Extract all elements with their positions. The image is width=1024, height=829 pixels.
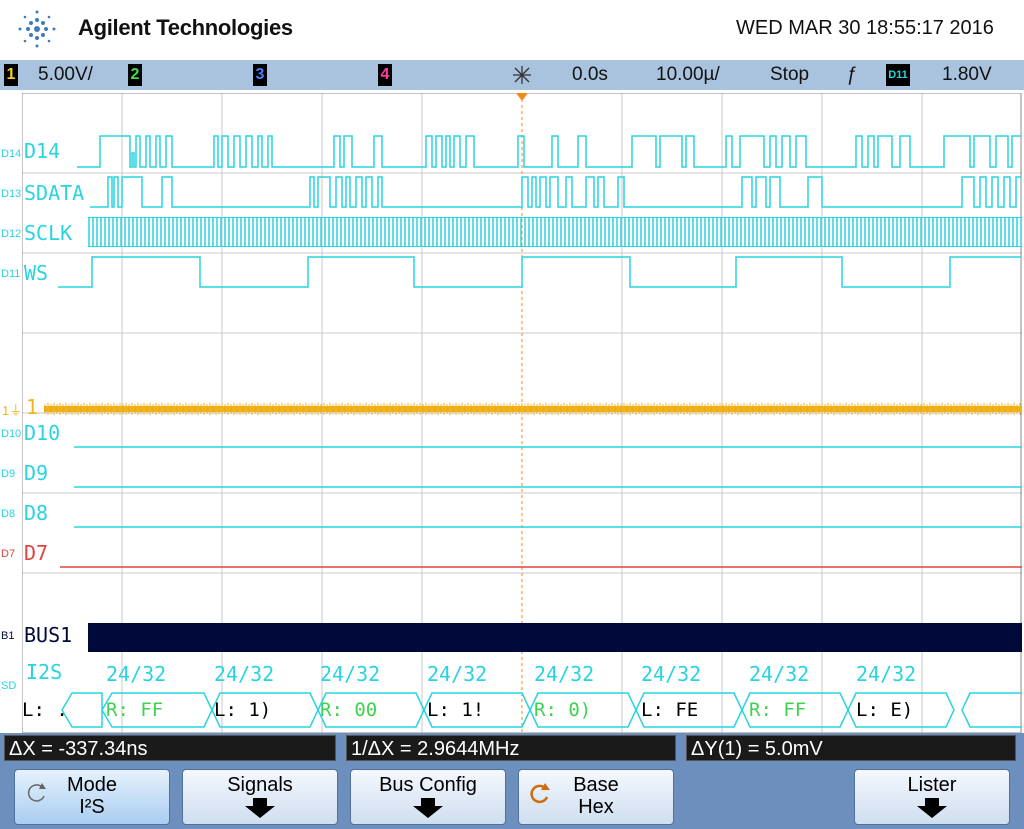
trigger-source-badge[interactable]: D11 [886,64,910,86]
trigger-slope-icon: ƒ [846,64,857,85]
lister-softkey[interactable]: Lister [854,769,1010,825]
submenu-arrow-icon [413,798,443,818]
lister-label: Lister [907,774,957,796]
sdata-waveform [90,176,1021,208]
timebase-value: 10.00µ/ [656,64,720,85]
delay-value: 0.0s [572,64,608,85]
delta-x-readout: ΔX = -337.34ns [4,735,336,761]
d12-tag: D12 [1,228,22,240]
channel-1-scale: 5.00V/ [38,64,93,85]
i2s-protocol-label: I2S [26,660,63,684]
bus1-waveform [88,623,1022,652]
d14-tag: D14 [1,148,22,160]
softkey-bar: Mode I²S Signals Bus Config Base Hex Lis… [0,762,1024,829]
decode-packet: R: 0) [534,699,592,721]
trigger-position-marker [516,93,528,101]
ws-waveform [58,256,1021,288]
sclk-waveform [88,217,1022,247]
b1-tag: B1 [1,630,15,642]
mode-softkey[interactable]: Mode I²S [14,769,170,825]
bus-config-softkey[interactable]: Bus Config [350,769,506,825]
d11-tag: D11 [1,268,21,280]
datetime: WED MAR 30 18:55:17 2016 [736,17,994,39]
signals-softkey[interactable]: Signals [182,769,338,825]
delay-icon [513,66,531,84]
d14-label: D14 [24,139,61,163]
brand-name: Agilent Technologies [78,15,293,40]
d10-tag: D10 [1,428,22,440]
header: Agilent Technologies WED MAR 30 18:55:17… [0,0,1024,60]
mode-value: I²S [79,796,105,818]
channel-1-badge[interactable]: 1 [4,64,18,86]
run-state: Stop [770,64,810,85]
trigger-level: 1.80V [942,64,992,85]
decode-size-2: 24/32 [214,662,275,686]
base-value: Hex [578,796,614,818]
channel-2-badge[interactable]: 2 [128,64,142,86]
ws-label: WS [24,261,49,285]
d8-label: D8 [24,501,49,525]
decode-size-4: 24/32 [427,662,488,686]
decode-packet: L: E) [856,699,914,721]
decode-size-5: 24/32 [534,662,595,686]
base-softkey[interactable]: Base Hex [518,769,674,825]
sdata-label: SDATA [24,181,85,205]
d9-label: D9 [24,461,49,485]
channel-1-label: 1 [26,395,39,419]
d9-tag: D9 [1,468,16,480]
channel-1-waveform [44,403,1022,415]
decode-size-3: 24/32 [320,662,381,686]
submenu-arrow-icon [245,798,275,818]
signals-label: Signals [227,774,293,796]
d10-label: D10 [24,421,61,445]
decode-size-1: 24/32 [106,662,167,686]
agilent-logo-icon [18,10,56,48]
decode-packet: L: . [22,699,68,721]
d7-label: D7 [24,541,49,565]
mode-label: Mode [66,774,118,796]
decode-packet: R: 00 [320,699,378,721]
d7-tag: D7 [1,548,16,560]
inverse-delta-x-readout: 1/ΔX = 2.9644MHz [346,735,676,761]
status-bar: 1 5.00V/ 2 3 4 0.0s 10.00µ/ Stop ƒ D11 1… [0,60,1024,90]
waveform-display[interactable] [22,93,1022,733]
sclk-label: SCLK [24,221,73,245]
channel-4-badge[interactable]: 4 [378,64,392,86]
decode-size-6: 24/32 [641,662,702,686]
decode-packet: L: 1) [214,699,272,721]
channel-1-ground-marker: 1⏚ [2,403,23,418]
submenu-arrow-icon [917,798,947,818]
bus1-label: BUS1 [24,623,73,647]
decode-packet: R: FF [106,699,164,721]
decode-packet: R: FF [749,699,807,721]
decode-size-8: 24/32 [856,662,917,686]
d14-waveform [77,135,1021,168]
decode-packet: L: 1! [427,699,485,721]
channel-3-badge[interactable]: 3 [253,64,267,86]
delta-y-readout: ΔY(1) = 5.0mV [686,735,1016,761]
decode-packet: L: FE [641,699,699,721]
d13-tag: D13 [1,188,22,200]
base-label: Base [573,774,619,796]
decode-size-7: 24/32 [749,662,810,686]
bus-config-label: Bus Config [379,774,477,796]
d8-tag: D8 [1,508,16,520]
sd-tag: SD [1,680,17,692]
